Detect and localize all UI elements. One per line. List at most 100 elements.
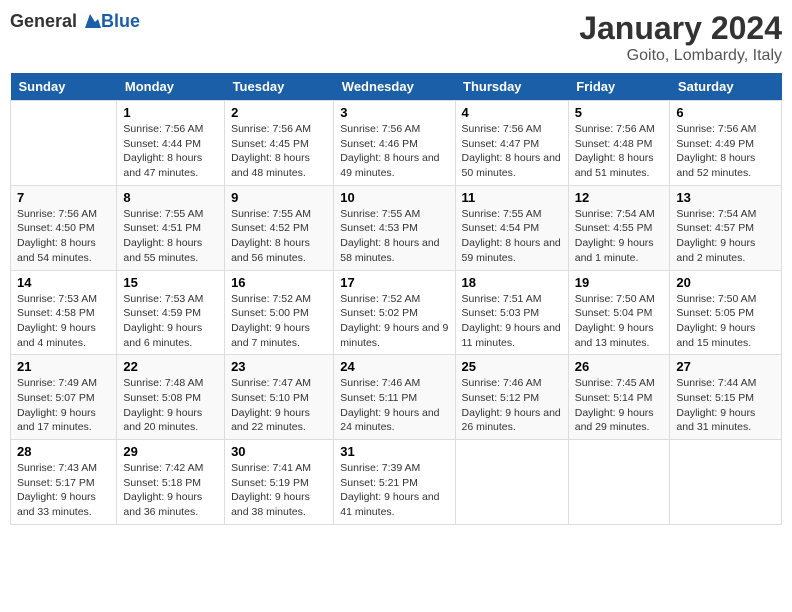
calendar-cell [568,440,670,525]
title-section: January 2024 Goito, Lombardy, Italy [579,10,782,65]
cell-info: Sunrise: 7:56 AMSunset: 4:48 PMDaylight:… [575,122,664,181]
date-number: 28 [17,444,110,459]
calendar-cell: 21Sunrise: 7:49 AMSunset: 5:07 PMDayligh… [11,355,117,440]
cell-info: Sunrise: 7:56 AMSunset: 4:50 PMDaylight:… [17,207,110,266]
calendar-cell: 10 Sunrise: 7:55 AMSunset: 4:53 PMDayligh… [334,185,455,270]
cell-info: Sunrise: 7:56 AMSunset: 4:49 PMDaylight:… [676,122,775,181]
date-number: 13 [676,190,775,205]
cell-info: Sunrise: 7:56 AMSunset: 4:44 PMDaylight:… [123,122,218,181]
cell-info: Sunrise: 7:51 AMSunset: 5:03 PMDaylight:… [462,292,562,351]
cell-info: Sunrise: 7:55 AMSunset: 4:51 PMDaylight:… [123,207,218,266]
calendar-table: SundayMondayTuesdayWednesdayThursdayFrid… [10,73,782,525]
cell-info: Sunrise: 7:46 AMSunset: 5:11 PMDaylight:… [340,376,448,435]
logo-icon [79,10,101,32]
calendar-cell: 28 Sunrise: 7:43 AMSunset: 5:17 PMDayligh… [11,440,117,525]
date-number: 2 [231,105,327,120]
cell-info: Sunrise: 7:43 AMSunset: 5:17 PMDaylight:… [17,461,110,520]
date-number: 7 [17,190,110,205]
calendar-cell: 1 Sunrise: 7:56 AMSunset: 4:44 PMDaylight… [117,101,225,186]
calendar-cell [670,440,782,525]
cell-info: Sunrise: 7:48 AMSunset: 5:08 PMDaylight:… [123,376,218,435]
date-number: 22 [123,359,218,374]
calendar-cell: 23 Sunrise: 7:47 AMSunset: 5:10 PMDayligh… [225,355,334,440]
date-number: 1 [123,105,218,120]
day-header-friday: Friday [568,73,670,101]
calendar-cell: 15 Sunrise: 7:53 AMSunset: 4:59 PMDayligh… [117,270,225,355]
date-number: 3 [340,105,448,120]
date-number: 26 [575,359,664,374]
date-number: 23 [231,359,327,374]
date-number: 29 [123,444,218,459]
cell-info: Sunrise: 7:47 AMSunset: 5:10 PMDaylight:… [231,376,327,435]
date-number: 17 [340,275,448,290]
day-header-sunday: Sunday [11,73,117,101]
date-number: 12 [575,190,664,205]
date-number: 15 [123,275,218,290]
cell-info: Sunrise: 7:53 AMSunset: 4:59 PMDaylight:… [123,292,218,351]
date-number: 27 [676,359,775,374]
calendar-cell: 24 Sunrise: 7:46 AMSunset: 5:11 PMDayligh… [334,355,455,440]
calendar-cell: 13 Sunrise: 7:54 AMSunset: 4:57 PMDayligh… [670,185,782,270]
date-number: 21 [17,359,110,374]
calendar-cell [11,101,117,186]
date-number: 24 [340,359,448,374]
cell-info: Sunrise: 7:56 AMSunset: 4:46 PMDaylight:… [340,122,448,181]
logo-blue-text: Blue [101,11,140,32]
date-number: 4 [462,105,562,120]
day-header-tuesday: Tuesday [225,73,334,101]
calendar-cell: 16 Sunrise: 7:52 AMSunset: 5:00 PMDayligh… [225,270,334,355]
date-number: 16 [231,275,327,290]
calendar-cell: 9Sunrise: 7:55 AMSunset: 4:52 PMDaylight… [225,185,334,270]
cell-info: Sunrise: 7:55 AMSunset: 4:52 PMDaylight:… [231,207,327,266]
date-number: 25 [462,359,562,374]
date-number: 11 [462,190,562,205]
date-number: 8 [123,190,218,205]
cell-info: Sunrise: 7:55 AMSunset: 4:53 PMDaylight:… [340,207,448,266]
calendar-cell [455,440,568,525]
cell-info: Sunrise: 7:53 AMSunset: 4:58 PMDaylight:… [17,292,110,351]
calendar-cell: 5 Sunrise: 7:56 AMSunset: 4:48 PMDaylight… [568,101,670,186]
cell-info: Sunrise: 7:50 AMSunset: 5:04 PMDaylight:… [575,292,664,351]
calendar-cell: 7 Sunrise: 7:56 AMSunset: 4:50 PMDaylight… [11,185,117,270]
cell-info: Sunrise: 7:42 AMSunset: 5:18 PMDaylight:… [123,461,218,520]
date-number: 5 [575,105,664,120]
calendar-cell: 31Sunrise: 7:39 AMSunset: 5:21 PMDayligh… [334,440,455,525]
day-header-saturday: Saturday [670,73,782,101]
calendar-cell: 29 Sunrise: 7:42 AMSunset: 5:18 PMDayligh… [117,440,225,525]
date-number: 10 [340,190,448,205]
day-header-wednesday: Wednesday [334,73,455,101]
calendar-cell: 4 Sunrise: 7:56 AMSunset: 4:47 PMDaylight… [455,101,568,186]
date-number: 18 [462,275,562,290]
calendar-cell: 30Sunrise: 7:41 AMSunset: 5:19 PMDayligh… [225,440,334,525]
cell-info: Sunrise: 7:54 AMSunset: 4:57 PMDaylight:… [676,207,775,266]
calendar-cell: 12 Sunrise: 7:54 AMSunset: 4:55 PMDayligh… [568,185,670,270]
date-number: 20 [676,275,775,290]
logo: General Blue [10,10,140,32]
subtitle: Goito, Lombardy, Italy [579,47,782,65]
cell-info: Sunrise: 7:56 AMSunset: 4:45 PMDaylight:… [231,122,327,181]
calendar-cell: 18 Sunrise: 7:51 AMSunset: 5:03 PMDayligh… [455,270,568,355]
cell-info: Sunrise: 7:39 AMSunset: 5:21 PMDaylight:… [340,461,448,520]
cell-info: Sunrise: 7:56 AMSunset: 4:47 PMDaylight:… [462,122,562,181]
calendar-cell: 8 Sunrise: 7:55 AMSunset: 4:51 PMDaylight… [117,185,225,270]
cell-info: Sunrise: 7:52 AMSunset: 5:00 PMDaylight:… [231,292,327,351]
date-number: 19 [575,275,664,290]
week-row-5: 28 Sunrise: 7:43 AMSunset: 5:17 PMDayligh… [11,440,782,525]
cell-info: Sunrise: 7:55 AMSunset: 4:54 PMDaylight:… [462,207,562,266]
week-row-3: 14Sunrise: 7:53 AMSunset: 4:58 PMDayligh… [11,270,782,355]
day-headers-row: SundayMondayTuesdayWednesdayThursdayFrid… [11,73,782,101]
day-header-monday: Monday [117,73,225,101]
calendar-cell: 17Sunrise: 7:52 AMSunset: 5:02 PMDayligh… [334,270,455,355]
calendar-cell: 6 Sunrise: 7:56 AMSunset: 4:49 PMDaylight… [670,101,782,186]
week-row-2: 7 Sunrise: 7:56 AMSunset: 4:50 PMDaylight… [11,185,782,270]
date-number: 6 [676,105,775,120]
calendar-cell: 3 Sunrise: 7:56 AMSunset: 4:46 PMDaylight… [334,101,455,186]
calendar-cell: 22 Sunrise: 7:48 AMSunset: 5:08 PMDayligh… [117,355,225,440]
cell-info: Sunrise: 7:54 AMSunset: 4:55 PMDaylight:… [575,207,664,266]
calendar-cell: 25Sunrise: 7:46 AMSunset: 5:12 PMDayligh… [455,355,568,440]
calendar-cell: 26Sunrise: 7:45 AMSunset: 5:14 PMDayligh… [568,355,670,440]
date-number: 30 [231,444,327,459]
week-row-4: 21Sunrise: 7:49 AMSunset: 5:07 PMDayligh… [11,355,782,440]
calendar-cell: 27 Sunrise: 7:44 AMSunset: 5:15 PMDayligh… [670,355,782,440]
cell-info: Sunrise: 7:44 AMSunset: 5:15 PMDaylight:… [676,376,775,435]
